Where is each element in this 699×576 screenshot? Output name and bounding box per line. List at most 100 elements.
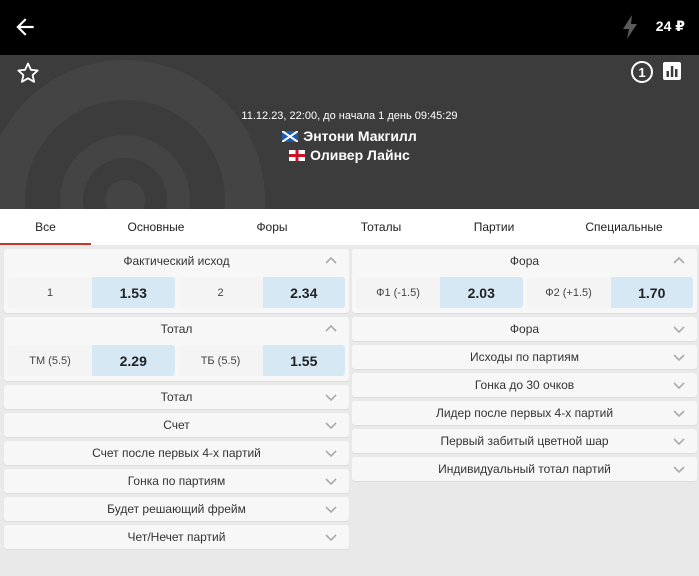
tab-totals[interactable]: Тоталы [323, 209, 439, 245]
odd-label: ТБ (5.5) [178, 345, 263, 376]
odd-label: Ф1 (-1.5) [356, 277, 440, 308]
market-title: Тотал [160, 322, 193, 336]
tab-special[interactable]: Специальные [549, 209, 699, 245]
market-collapsed[interactable]: Лидер после первых 4-х партий [352, 401, 697, 425]
odd-value: 1.53 [92, 277, 175, 308]
market-handicap: Фора Ф1 (-1.5) 2.03 Ф2 (+1.5) 1.70 [352, 249, 697, 313]
market-header[interactable]: Счет после первых 4-х партий [4, 441, 349, 465]
odd-button-over[interactable]: ТБ (5.5) 1.55 [178, 345, 345, 376]
chevron-down-icon[interactable] [673, 407, 685, 419]
player-2-name: Оливер Лайнс [310, 147, 410, 163]
odds-row: ТМ (5.5) 2.29 ТБ (5.5) 1.55 [4, 341, 349, 381]
market-title: Счет после первых 4-х партий [92, 446, 261, 460]
chevron-down-icon[interactable] [325, 475, 337, 487]
tab-all[interactable]: Все [0, 209, 91, 245]
odd-label: 2 [178, 277, 263, 308]
market-header[interactable]: Фактический исход [4, 249, 349, 273]
statistics-icon[interactable] [663, 62, 681, 80]
chevron-down-icon[interactable] [673, 323, 685, 335]
odd-button-2[interactable]: 2 2.34 [178, 277, 345, 308]
market-header[interactable]: Тотал [4, 317, 349, 341]
england-flag-icon [289, 149, 306, 161]
odds-row: Ф1 (-1.5) 2.03 Ф2 (+1.5) 1.70 [352, 273, 697, 313]
market-title: Фактический исход [123, 254, 230, 268]
market-collapsed[interactable]: Чет/Нечет партий [4, 525, 349, 549]
markets-left-column: Фактический исход 1 1.53 2 2.34 Тотал ТМ… [4, 249, 349, 553]
market-title: Исходы по партиям [470, 350, 579, 364]
odd-label: ТМ (5.5) [8, 345, 92, 376]
chevron-up-icon[interactable] [673, 255, 685, 267]
market-collapsed[interactable]: Гонка до 30 очков [352, 373, 697, 397]
odd-label: Ф2 (+1.5) [526, 277, 611, 308]
player-1: Энтони Макгилл [0, 128, 699, 144]
market-header[interactable]: Будет решающий фрейм [4, 497, 349, 521]
chevron-up-icon[interactable] [325, 323, 337, 335]
lightning-icon[interactable] [620, 14, 640, 40]
back-arrow-icon[interactable] [12, 14, 38, 40]
market-actual-outcome: Фактический исход 1 1.53 2 2.34 [4, 249, 349, 313]
market-title: Фора [509, 254, 540, 268]
market-title: Фора [509, 322, 540, 336]
market-title: Индивидуальный тотал партий [438, 462, 611, 476]
market-header[interactable]: Фора [352, 249, 697, 273]
chevron-down-icon[interactable] [325, 419, 337, 431]
odd-value: 2.34 [262, 277, 345, 308]
market-header[interactable]: Фора [352, 317, 697, 341]
odd-value: 2.03 [440, 277, 523, 308]
player-1-name: Энтони Макгилл [303, 128, 417, 144]
market-title: Тотал [160, 390, 193, 404]
chevron-down-icon[interactable] [325, 531, 337, 543]
balance-amount[interactable]: 24 ₽ [656, 18, 685, 35]
market-header[interactable]: Индивидуальный тотал партий [352, 457, 697, 481]
tab-handicaps[interactable]: Форы [221, 209, 323, 245]
chevron-down-icon[interactable] [325, 447, 337, 459]
market-collapsed[interactable]: Счет после первых 4-х партий [4, 441, 349, 465]
market-total: Тотал ТМ (5.5) 2.29 ТБ (5.5) 1.55 [4, 317, 349, 381]
odd-value: 2.29 [92, 345, 175, 376]
chevron-down-icon[interactable] [325, 391, 337, 403]
market-tabs: Все Основные Форы Тоталы Партии Специаль… [0, 209, 699, 245]
match-start-info: 11.12.23, 22:00, до начала 1 день 09:45:… [241, 110, 458, 122]
market-title: Счет [163, 418, 190, 432]
market-title: Чет/Нечет партий [127, 530, 226, 544]
live-badge-icon[interactable]: 1 [631, 61, 653, 83]
market-header[interactable]: Счет [4, 413, 349, 437]
market-header[interactable]: Гонка до 30 очков [352, 373, 697, 397]
tab-frames[interactable]: Партии [439, 209, 549, 245]
player-2: Оливер Лайнс [0, 147, 699, 163]
market-collapsed[interactable]: Индивидуальный тотал партий [352, 457, 697, 481]
odd-button-1[interactable]: 1 1.53 [8, 277, 175, 308]
market-collapsed[interactable]: Исходы по партиям [352, 345, 697, 369]
market-collapsed[interactable]: Гонка по партиям [4, 469, 349, 493]
tab-main[interactable]: Основные [91, 209, 221, 245]
market-collapsed[interactable]: Первый забитый цветной шар [352, 429, 697, 453]
market-title: Гонка по партиям [127, 474, 226, 488]
market-header[interactable]: Гонка по партиям [4, 469, 349, 493]
market-collapsed[interactable]: Фора [352, 317, 697, 341]
market-header[interactable]: Исходы по партиям [352, 345, 697, 369]
odd-button-h2[interactable]: Ф2 (+1.5) 1.70 [526, 277, 693, 308]
top-bar: 24 ₽ [0, 0, 699, 55]
market-title: Будет решающий фрейм [107, 502, 246, 516]
market-header[interactable]: Лидер после первых 4-х партий [352, 401, 697, 425]
market-header[interactable]: Чет/Нечет партий [4, 525, 349, 549]
market-collapsed[interactable]: Тотал [4, 385, 349, 409]
market-title: Гонка до 30 очков [474, 378, 575, 392]
chevron-down-icon[interactable] [673, 435, 685, 447]
chevron-down-icon[interactable] [325, 503, 337, 515]
odds-row: 1 1.53 2 2.34 [4, 273, 349, 313]
markets-right-column: Фора Ф1 (-1.5) 2.03 Ф2 (+1.5) 1.70 Фора … [352, 249, 697, 485]
odd-value: 1.70 [610, 277, 693, 308]
market-header[interactable]: Первый забитый цветной шар [352, 429, 697, 453]
chevron-down-icon[interactable] [673, 379, 685, 391]
chevron-down-icon[interactable] [673, 463, 685, 475]
chevron-up-icon[interactable] [325, 255, 337, 267]
odd-button-h1[interactable]: Ф1 (-1.5) 2.03 [356, 277, 523, 308]
scotland-flag-icon [282, 130, 299, 142]
odd-button-under[interactable]: ТМ (5.5) 2.29 [8, 345, 175, 376]
chevron-down-icon[interactable] [673, 351, 685, 363]
market-header[interactable]: Тотал [4, 385, 349, 409]
market-collapsed[interactable]: Счет [4, 413, 349, 437]
market-collapsed[interactable]: Будет решающий фрейм [4, 497, 349, 521]
favorite-star-icon[interactable] [16, 61, 40, 85]
